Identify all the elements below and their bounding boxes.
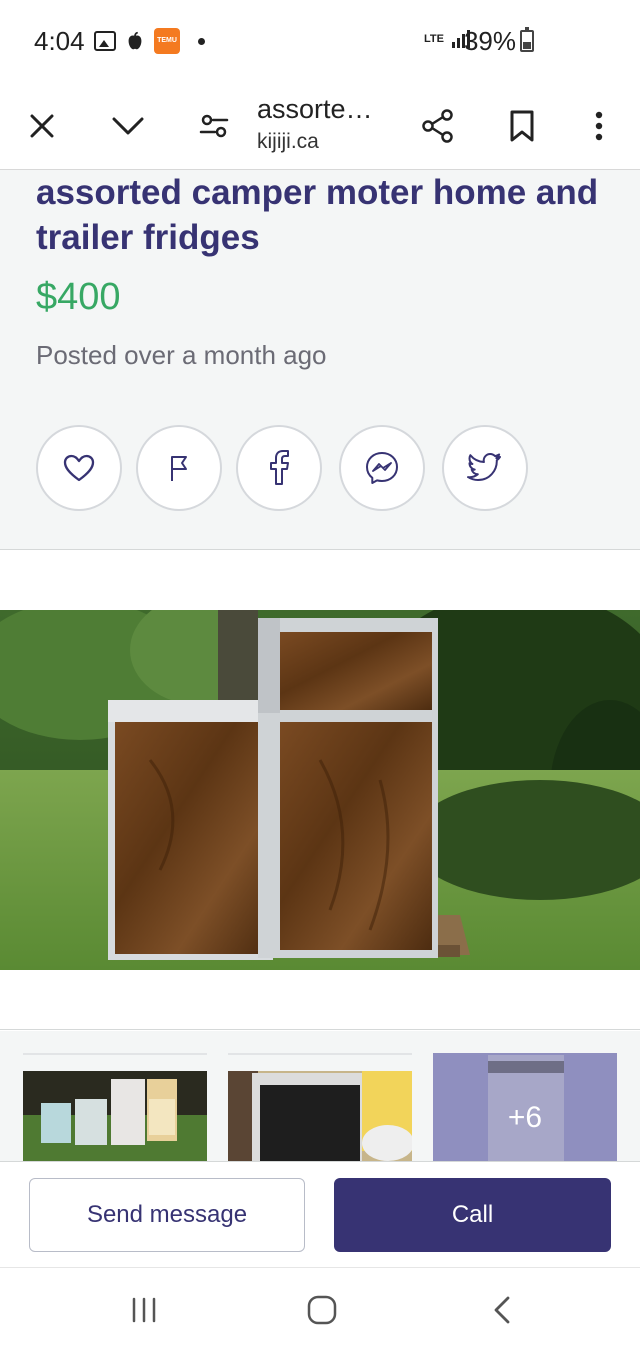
share-button[interactable] xyxy=(412,100,464,152)
browser-toolbar: assorte… kijiji.ca xyxy=(0,84,640,170)
close-button[interactable] xyxy=(16,100,68,152)
report-button[interactable] xyxy=(136,425,222,511)
posted-date: Posted over a month ago xyxy=(36,340,327,370)
site-settings-button[interactable] xyxy=(188,100,240,152)
notification-icons: TEMU xyxy=(94,28,205,54)
favourite-button[interactable] xyxy=(36,425,122,511)
status-time: 4:04 xyxy=(34,26,85,56)
twitter-icon xyxy=(467,453,501,481)
fridges-photo xyxy=(0,610,640,970)
recent-apps-icon xyxy=(132,1297,156,1323)
bookmark-button[interactable] xyxy=(496,100,548,152)
back-icon xyxy=(494,1296,510,1324)
listing-title: assorted camper moter home and trailer f… xyxy=(36,173,599,257)
close-icon xyxy=(30,114,54,138)
facebook-icon xyxy=(270,450,289,485)
battery-percent: 39% xyxy=(463,26,516,56)
image-gallery xyxy=(0,550,640,1030)
more-photos-count: +6 xyxy=(507,1101,543,1134)
back-button[interactable] xyxy=(472,1288,532,1332)
more-notifications-dot xyxy=(198,37,205,45)
flag-icon xyxy=(171,456,187,481)
recent-apps-button[interactable] xyxy=(114,1288,174,1332)
tune-icon xyxy=(199,114,229,138)
system-navigation-bar xyxy=(0,1267,640,1351)
minimize-button[interactable] xyxy=(102,100,154,152)
home-icon xyxy=(307,1295,337,1325)
thumbnail-photo-1 xyxy=(23,1055,207,1161)
apple-notification-icon xyxy=(128,31,142,50)
share-messenger-button[interactable] xyxy=(339,425,425,511)
page-domain[interactable]: kijiji.ca xyxy=(257,130,319,154)
temu-notification-icon: TEMU xyxy=(154,28,180,54)
more-vert-icon xyxy=(595,111,603,141)
heart-icon xyxy=(63,454,95,482)
listing-details: assorted camper moter home and trailer f… xyxy=(0,170,640,550)
thumbnail-1[interactable] xyxy=(23,1053,207,1161)
share-icon xyxy=(422,109,453,143)
thumbnail-2[interactable] xyxy=(228,1053,412,1161)
messenger-icon xyxy=(366,452,398,484)
share-facebook-button[interactable] xyxy=(236,425,322,511)
lte-icon: LTE xyxy=(424,32,444,45)
page-title[interactable]: assorte… xyxy=(257,94,373,125)
call-button[interactable]: Call xyxy=(334,1178,611,1252)
contact-action-bar: Send message Call xyxy=(0,1161,640,1267)
more-options-button[interactable] xyxy=(573,100,625,152)
send-message-button[interactable]: Send message xyxy=(29,1178,305,1252)
gallery-notification-icon xyxy=(94,31,116,51)
battery-icon xyxy=(520,27,534,52)
thumbnail-photo-2 xyxy=(228,1055,412,1161)
bookmark-icon xyxy=(510,110,534,142)
share-twitter-button[interactable] xyxy=(442,425,528,511)
thumbnail-strip: +6 xyxy=(0,1031,640,1161)
listing-price: $400 xyxy=(36,276,121,318)
main-listing-photo[interactable] xyxy=(0,610,640,970)
home-button[interactable] xyxy=(292,1288,352,1332)
status-bar: 4:04 TEMU LTE 39% xyxy=(0,0,640,84)
chevron-down-icon xyxy=(112,117,144,135)
more-photos-thumbnail[interactable]: +6 xyxy=(433,1053,617,1161)
